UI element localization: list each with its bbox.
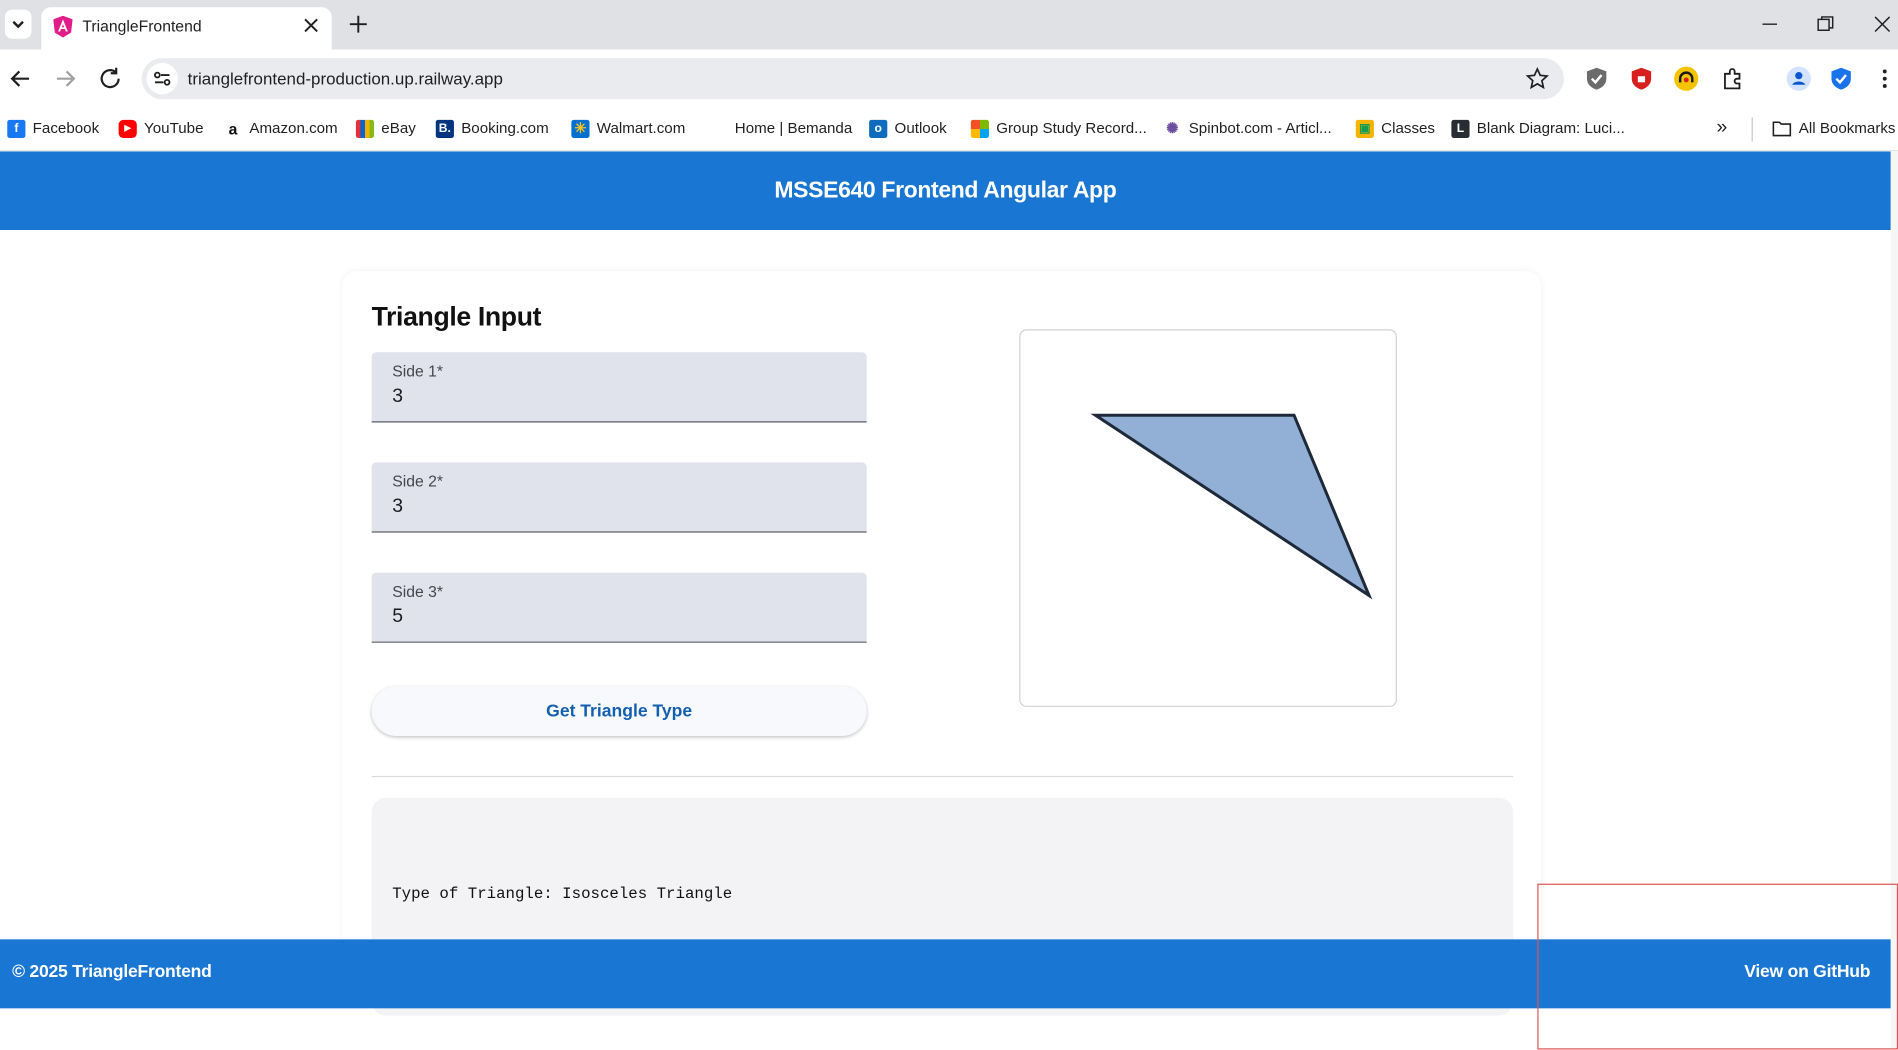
bookmark-label: Booking.com (461, 119, 549, 137)
url-text: trianglefrontend-production.up.railway.a… (187, 68, 503, 89)
extension-shield-icon[interactable] (1583, 65, 1610, 92)
result-text: Type of Triangle: Isosceles Triangle (392, 884, 733, 904)
bookmark-outlook[interactable]: o Outlook (869, 115, 947, 142)
double-chevron-right-icon: » (1716, 117, 1728, 138)
side-3-label: Side 3* (392, 582, 443, 601)
bookmark-label: Amazon.com (249, 119, 338, 137)
classroom-icon: ▣ (1355, 119, 1374, 138)
triangle-canvas (1090, 413, 1373, 600)
all-bookmarks-label: All Bookmarks (1798, 119, 1896, 137)
microsoft-icon (970, 119, 989, 138)
restore-icon[interactable] (1813, 12, 1837, 36)
footer-copyright: © 2025 TriangleFrontend (12, 962, 212, 982)
profile-avatar-icon[interactable] (1785, 65, 1812, 92)
section-divider (371, 775, 1514, 778)
close-icon[interactable] (300, 15, 322, 37)
triangle-shape (1090, 413, 1373, 600)
back-icon[interactable] (6, 64, 35, 93)
bookmarks-separator (1751, 117, 1753, 142)
active-tab[interactable]: TriangleFrontend (41, 7, 332, 50)
kebab-menu-icon[interactable] (1871, 65, 1898, 92)
browser-toolbar: trianglefrontend-production.up.railway.a… (0, 49, 1898, 108)
ebay-icon (355, 119, 375, 138)
tune-icon (154, 71, 171, 86)
angular-icon (53, 15, 73, 38)
side-3-input[interactable] (392, 606, 841, 629)
tab-strip: TriangleFrontend (0, 0, 1898, 50)
extension-headphones-icon[interactable] (1673, 65, 1700, 92)
youtube-icon: ▶ (118, 119, 137, 138)
side-3-field[interactable]: Side 3* (371, 572, 867, 643)
bookmarks-overflow-button[interactable]: » (1716, 115, 1727, 142)
reload-icon[interactable] (96, 64, 125, 93)
facebook-icon: f (7, 119, 26, 138)
bookmark-label: Home | Bemanda (734, 119, 853, 137)
site-info-button[interactable] (146, 62, 178, 95)
minimize-icon[interactable] (1758, 12, 1782, 36)
new-tab-icon[interactable] (346, 12, 370, 36)
bookmark-ebay[interactable]: eBay (355, 115, 416, 142)
bookmark-bemanda[interactable]: Home | Bemanda (709, 115, 852, 142)
bookmark-label: Outlook (894, 119, 947, 137)
bemanda-icon (709, 119, 728, 138)
side-2-input[interactable] (392, 496, 841, 519)
bookmark-facebook[interactable]: f Facebook (7, 115, 99, 142)
outlook-icon: o (869, 119, 888, 138)
bookmark-spinbot[interactable]: ✺ Spinbot.com - Articl... (1163, 115, 1332, 142)
bookmark-label: Group Study Record... (996, 119, 1147, 137)
bookmark-label: YouTube (144, 119, 204, 137)
booking-icon: B. (435, 119, 454, 138)
window-close-icon[interactable] (1870, 12, 1894, 36)
bookmark-label: Classes (1381, 119, 1436, 137)
side-1-label: Side 1* (392, 361, 443, 381)
get-triangle-type-button[interactable]: Get Triangle Type (371, 686, 867, 736)
extension-check-shield-icon[interactable] (1828, 65, 1855, 92)
app-title: MSSE640 Frontend Angular App (774, 177, 1117, 204)
tab-search-button[interactable] (4, 9, 32, 39)
bookmark-amazon[interactable]: a Amazon.com (223, 115, 338, 142)
extensions-puzzle-icon[interactable] (1719, 65, 1746, 92)
amazon-icon: a (223, 119, 243, 138)
bookmark-classes[interactable]: ▣ Classes (1355, 115, 1436, 142)
bookmark-label: Spinbot.com - Articl... (1188, 119, 1332, 137)
bookmark-group-study[interactable]: Group Study Record... (970, 115, 1147, 142)
bookmark-label: Facebook (32, 119, 100, 137)
forward-icon[interactable] (51, 64, 80, 93)
bookmark-youtube[interactable]: ▶ YouTube (118, 115, 204, 142)
extension-lock-icon[interactable] (1628, 65, 1655, 92)
tab-title: TriangleFrontend (82, 16, 202, 36)
highlight-annotation-box (1537, 883, 1898, 1050)
bookmark-label: eBay (381, 119, 416, 137)
walmart-icon: ✳ (571, 119, 590, 138)
bookmark-walmart[interactable]: ✳ Walmart.com (571, 115, 685, 142)
address-bar[interactable]: trianglefrontend-production.up.railway.a… (141, 58, 1564, 100)
side-2-label: Side 2* (392, 472, 443, 491)
bookmarks-bar: f Facebook ▶ YouTube a Amazon.com eBay B… (0, 107, 1898, 152)
chevron-down-icon (12, 20, 24, 29)
bookmark-label: Blank Diagram: Luci... (1476, 119, 1625, 137)
card-title: Triangle Input (371, 301, 542, 332)
side-2-field[interactable]: Side 2* (371, 462, 867, 533)
bookmark-lucidchart[interactable]: L Blank Diagram: Luci... (1451, 115, 1625, 142)
spinbot-icon: ✺ (1163, 119, 1182, 138)
all-bookmarks-button[interactable]: All Bookmarks (1772, 115, 1896, 142)
bookmark-label: Walmart.com (596, 119, 686, 137)
app-header: MSSE640 Frontend Angular App (0, 151, 1891, 230)
triangle-card: Triangle Input Side 1* Side 2* Side 3* G… (342, 271, 1541, 1016)
bookmark-booking[interactable]: B. Booking.com (435, 115, 549, 142)
side-1-input[interactable] (392, 386, 841, 408)
bookmark-star-icon[interactable] (1525, 66, 1549, 91)
lucidchart-icon: L (1451, 119, 1470, 138)
side-1-field[interactable]: Side 1* (371, 352, 867, 423)
triangle-visualization (1019, 329, 1397, 707)
folder-icon (1772, 121, 1792, 137)
